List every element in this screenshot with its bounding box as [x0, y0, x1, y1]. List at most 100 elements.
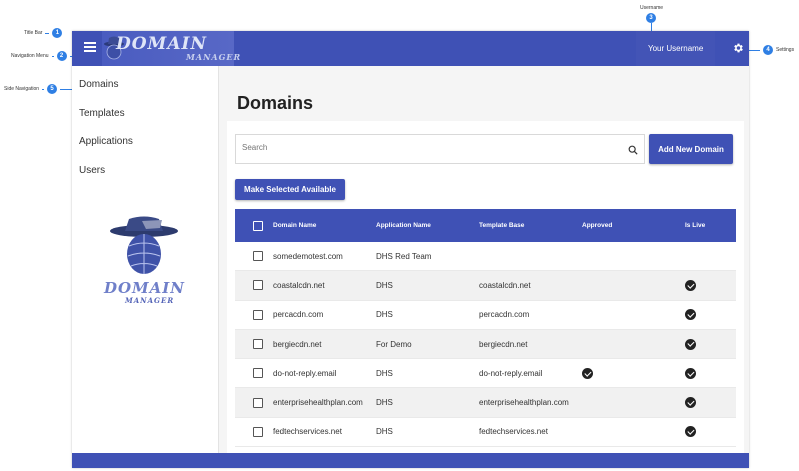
sidebar-logo: DOMAIN MANAGER — [102, 216, 187, 316]
hamburger-menu-icon[interactable] — [84, 42, 96, 54]
screenshot-stage: Title Bar 1 Navigation Menu 2 Side Navig… — [0, 0, 799, 471]
app-logo[interactable]: DOMAIN MANAGER — [102, 31, 240, 66]
table-row[interactable]: somedemotest.com DHS Red Team — [235, 242, 736, 272]
column-header-approved[interactable]: Approved — [582, 209, 612, 242]
title-bar: DOMAIN MANAGER Your Username — [72, 31, 749, 66]
is-live-cell — [685, 301, 696, 329]
column-header-template-base[interactable]: Template Base — [479, 209, 524, 242]
template-base-cell: do-not-reply.email — [479, 368, 543, 378]
username-display[interactable]: Your Username — [636, 31, 716, 66]
row-checkbox[interactable] — [253, 280, 263, 291]
check-circle-icon — [685, 367, 696, 379]
callout-label: Title Bar — [24, 30, 43, 36]
row-checkbox[interactable] — [253, 426, 263, 437]
callout-label: Navigation Menu — [11, 53, 49, 59]
application-name-cell: DHS — [376, 280, 393, 290]
row-checkbox[interactable] — [253, 339, 263, 350]
application-name-cell: DHS — [376, 398, 393, 408]
domains-table: Domain Name Application Name Template Ba… — [235, 209, 736, 448]
search-icon[interactable] — [628, 145, 638, 155]
column-header-is-live[interactable]: Is Live — [685, 209, 705, 242]
application-name-cell: For Demo — [376, 339, 412, 349]
is-live-cell — [685, 330, 696, 358]
table-row[interactable]: percacdn.com DHS percacdn.com — [235, 301, 736, 330]
gear-icon[interactable] — [732, 42, 744, 54]
template-base-cell: fedtechservices.net — [479, 427, 548, 437]
table-row[interactable]: do-not-reply.email DHS do-not-reply.email — [235, 359, 736, 389]
check-circle-icon — [685, 338, 696, 350]
row-checkbox-cell — [253, 330, 263, 358]
check-circle-icon — [685, 309, 696, 321]
add-new-domain-button[interactable]: Add New Domain — [649, 134, 733, 164]
sidebar-logo-subtitle: MANAGER — [125, 296, 175, 305]
side-navigation: Domains Templates Applications Users DOM… — [72, 66, 219, 453]
row-checkbox[interactable] — [253, 251, 263, 262]
page-title: Domains — [237, 93, 314, 113]
main-content: Domains Add New Domain Make Selected Ava… — [219, 66, 749, 456]
hat-globe-icon — [110, 216, 178, 274]
template-base-cell: bergiecdn.net — [479, 339, 528, 349]
callout-badge: 1 — [52, 28, 63, 38]
search-input[interactable] — [242, 143, 612, 152]
sidebar-item-users[interactable]: Users — [79, 165, 105, 176]
row-checkbox-cell — [253, 242, 263, 270]
row-checkbox-cell — [253, 388, 263, 416]
template-base-cell: coastalcdn.net — [479, 280, 531, 290]
callout-settings: 4 Settings — [749, 45, 794, 55]
select-all-checkbox[interactable] — [253, 220, 263, 231]
table-body: somedemotest.com DHS Red Team coastalcdn.n… — [235, 242, 736, 448]
check-circle-icon — [685, 426, 696, 438]
domain-name-cell: somedemotest.com — [273, 251, 343, 261]
row-checkbox[interactable] — [253, 309, 263, 320]
sidebar-item-templates[interactable]: Templates — [79, 108, 125, 119]
domains-card: Add New Domain Make Selected Available D… — [227, 121, 744, 456]
callout-badge: 4 — [763, 45, 773, 55]
is-live-cell — [685, 418, 696, 446]
callout-side-navigation: Side Navigation 5 — [4, 84, 79, 94]
sidebar-item-domains[interactable]: Domains — [79, 79, 118, 90]
is-live-cell — [685, 388, 696, 416]
logo-title: DOMAIN — [116, 34, 208, 54]
check-circle-icon — [582, 367, 593, 379]
approved-cell — [582, 359, 593, 387]
row-checkbox[interactable] — [253, 397, 263, 408]
callout-label: Settings — [776, 47, 795, 53]
row-checkbox-cell — [253, 418, 263, 446]
table-row[interactable]: coastalcdn.net DHS coastalcdn.net — [235, 271, 736, 301]
footer-bar — [72, 453, 749, 468]
callout-username-label: Username — [640, 5, 664, 11]
domain-name-cell: coastalcdn.net — [273, 280, 325, 290]
template-base-cell: enterprisehealthplan.com — [479, 398, 569, 408]
column-header-domain-name[interactable]: Domain Name — [273, 209, 316, 242]
check-circle-icon — [685, 397, 696, 409]
search-box[interactable] — [235, 134, 645, 164]
domain-name-cell: enterprisehealthplan.com — [273, 398, 363, 408]
domain-name-cell: fedtechservices.net — [273, 427, 342, 437]
table-row[interactable]: enterprisehealthplan.com DHS enterprisehea… — [235, 388, 736, 418]
callout-username-badge: 3 — [646, 13, 656, 23]
application-name-cell: DHS Red Team — [376, 251, 432, 261]
application-name-cell: DHS — [376, 368, 393, 378]
callout-badge: 2 — [56, 51, 67, 61]
callout-navigation-menu: Navigation Menu 2 — [11, 51, 78, 61]
row-checkbox-cell — [253, 271, 263, 299]
domain-name-cell: percacdn.com — [273, 310, 324, 320]
callout-title-bar: Title Bar 1 — [24, 28, 63, 38]
application-name-cell: DHS — [376, 310, 393, 320]
column-header-application-name[interactable]: Application Name — [376, 209, 431, 242]
row-checkbox[interactable] — [253, 368, 263, 379]
domain-name-cell: bergiecdn.net — [273, 339, 322, 349]
is-live-cell — [685, 271, 696, 299]
row-checkbox-cell — [253, 301, 263, 329]
logo-subtitle: MANAGER — [186, 52, 242, 62]
table-header: Domain Name Application Name Template Ba… — [235, 209, 736, 242]
domain-name-cell: do-not-reply.email — [273, 368, 337, 378]
callout-label: Side Navigation — [4, 86, 40, 92]
make-selected-available-button[interactable]: Make Selected Available — [235, 179, 345, 200]
sidebar-item-applications[interactable]: Applications — [79, 136, 133, 147]
sidebar-logo-title: DOMAIN — [103, 279, 186, 297]
app-window: DOMAIN MANAGER Your Username Domains Tem… — [72, 31, 749, 468]
table-row[interactable]: bergiecdn.net For Demo bergiecdn.net — [235, 329, 736, 360]
row-checkbox-cell — [253, 359, 263, 387]
table-row[interactable]: fedtechservices.net DHS fedtechservices.ne… — [235, 418, 736, 448]
